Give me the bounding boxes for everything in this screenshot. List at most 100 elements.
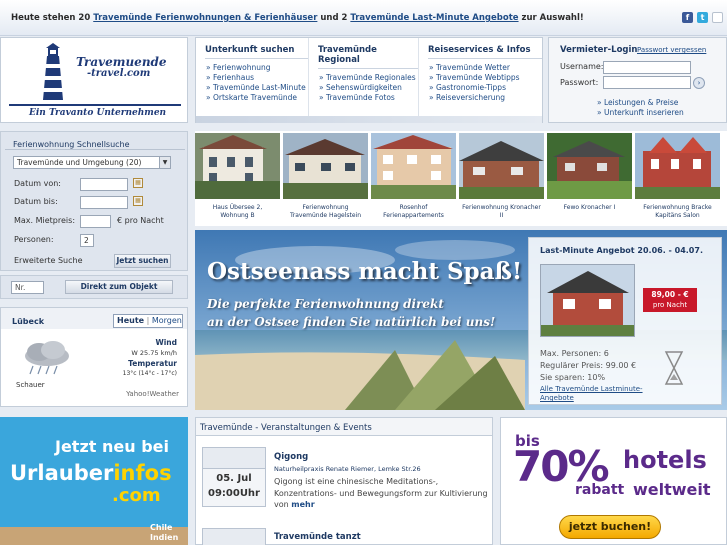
menu-item[interactable]: Travemünde Regionales xyxy=(319,73,418,83)
offer-title: Last-Minute Angebot 20.06. - 04.07. xyxy=(540,246,703,255)
weather-credit[interactable]: Yahoo!Weather xyxy=(126,390,179,398)
calendar-icon[interactable]: ▦ xyxy=(133,196,143,206)
quick-search: Ferienwohnung Schnellsuche Travemünde un… xyxy=(0,131,188,271)
thumb-caption: Fewo Kronacher I xyxy=(563,204,616,211)
listing-thumb[interactable]: Rosenhof Ferienappartements xyxy=(371,133,456,226)
chevron-down-icon[interactable]: ▼ xyxy=(159,156,171,169)
last-minute-offer[interactable]: Last-Minute Angebot 20.06. - 04.07. 89,0… xyxy=(528,237,722,405)
price-tag: 89,00 - € pro Nacht xyxy=(643,288,697,312)
thumb-caption: Haus Übersee 2, xyxy=(212,204,263,211)
urlauberinfos-ad[interactable]: Jetzt neu bei Urlauberinfos .com Chile I… xyxy=(0,417,188,545)
twitter-icon[interactable]: t xyxy=(697,12,708,23)
date-from-label: Datum von: xyxy=(14,179,61,188)
menu-heading[interactable]: Unterkunft suchen xyxy=(205,45,308,59)
hourglass-icon xyxy=(664,351,684,385)
main-menu: Unterkunft suchen Ferienwohnung Ferienha… xyxy=(195,37,543,123)
event-name[interactable]: Qigong xyxy=(274,452,308,462)
max-price-input[interactable] xyxy=(80,215,111,228)
ad-rabatt: rabatt xyxy=(575,482,625,498)
ad-weltweit: weltweit xyxy=(633,480,711,499)
tab-today[interactable]: Heute xyxy=(117,316,144,325)
hotel-discount-ad[interactable]: bis 70% rabatt hotels weltweit jetzt buc… xyxy=(500,417,727,545)
ad-brand: Urlauberinfos xyxy=(10,461,172,485)
persons-input[interactable]: 2 xyxy=(80,234,94,247)
date-to-label: Datum bis: xyxy=(14,197,58,206)
forgot-password-link[interactable]: Passwort vergessen xyxy=(637,46,706,54)
share-icon[interactable] xyxy=(712,12,723,23)
listing-thumb[interactable]: Fewo Kronacher I xyxy=(547,133,632,226)
tab-tomorrow[interactable]: Morgen xyxy=(152,316,182,325)
region-select[interactable]: Travemünde und Umgebung (20) xyxy=(13,156,171,169)
event-place: Naturheilpraxis Renate Riemer, Lemke Str… xyxy=(274,465,421,473)
menu-item[interactable]: Ortskarte Travemünde xyxy=(206,93,308,103)
password-input[interactable] xyxy=(603,76,691,89)
username-input[interactable] xyxy=(603,61,691,74)
menu-item[interactable]: Travemünde Fotos xyxy=(319,93,418,103)
wind-value: W 25.75 km/h xyxy=(131,349,177,357)
menu-item[interactable]: Ferienwohnung xyxy=(206,63,308,73)
menu-heading[interactable]: Reiseservices & Infos xyxy=(428,45,542,59)
list-property-link[interactable]: » Unterkunft inserieren xyxy=(597,108,684,117)
listing-thumb[interactable]: Ferienwohnung Bracke Kapitäns Salon xyxy=(635,133,720,226)
menu-col-services: Reiseservices & Infos Travemünde Wetter … xyxy=(418,38,542,116)
search-title: Ferienwohnung Schnellsuche xyxy=(13,140,130,149)
event-date-card: 05. Jul 09:00Uhr xyxy=(202,447,266,507)
menu-item[interactable]: Travemünde Webtipps xyxy=(429,73,542,83)
thumb-caption: Rosenhof xyxy=(399,204,428,211)
pricing-link[interactable]: » Leistungen & Preise xyxy=(597,98,678,107)
logo-subtitle: -travel.com xyxy=(87,68,151,79)
listing-thumb[interactable]: Ferienwohnung Kronacher II xyxy=(459,133,544,226)
menu-col-regional: Travemünde Regional Travemünde Regionale… xyxy=(308,38,418,116)
date-to-input[interactable] xyxy=(80,196,128,209)
rain-cloud-icon xyxy=(25,341,69,375)
banner-subline-2: an der Ostsee finden Sie natürlich bei u… xyxy=(207,315,496,329)
last-minute-link[interactable]: Travemünde Last-Minute Angebote xyxy=(350,13,518,23)
event-name[interactable]: Travemünde tanzt xyxy=(274,532,361,542)
site-logo[interactable]: Travemuende -travel.com Ein Travanto Unt… xyxy=(0,37,188,123)
events-title: Travemünde - Veranstaltungen & Events xyxy=(200,423,372,433)
thumb-caption: Ferienwohnung Kronacher xyxy=(462,204,541,211)
menu-item[interactable]: Travemünde Last-Minute xyxy=(206,83,308,93)
weather-widget: Lübeck Heute | Morgen Schauer Wind W 25.… xyxy=(0,307,188,407)
object-number-input[interactable]: Nr. xyxy=(11,281,44,294)
banner-subline-1: Die perfekte Ferienwohnung direkt xyxy=(207,297,444,311)
banner-headline: Ostseenass macht Spaß! xyxy=(207,258,523,285)
object-number-box: Nr. Direkt zum Objekt xyxy=(0,275,188,299)
menu-col-accommodation: Unterkunft suchen Ferienwohnung Ferienha… xyxy=(196,38,308,116)
max-price-label: Max. Mietpreis: xyxy=(14,216,76,225)
ad-brand-tld: .com xyxy=(112,485,161,506)
listing-thumb[interactable]: Haus Übersee 2, Wohnung B xyxy=(195,133,280,226)
username-label: Username: xyxy=(560,62,604,71)
login-go-icon[interactable]: › xyxy=(693,77,705,89)
availability-message: Heute stehen 20 Travemünde Ferienwohnung… xyxy=(11,13,584,23)
menu-item[interactable]: Gastronomie-Tipps xyxy=(429,83,542,93)
holiday-homes-link[interactable]: Travemünde Ferienwohnungen & Ferienhäuse… xyxy=(93,13,317,23)
offer-photo[interactable] xyxy=(540,264,635,337)
all-last-minute-link[interactable]: Alle Travemünde Lastminute- Angebote xyxy=(540,385,643,403)
direct-object-button[interactable]: Direkt zum Objekt xyxy=(65,280,173,294)
menu-item[interactable]: Reiseversicherung xyxy=(429,93,542,103)
search-button[interactable]: Jetzt suchen xyxy=(114,254,171,268)
weather-condition: Schauer xyxy=(16,381,45,389)
event-more-link[interactable]: mehr xyxy=(291,500,314,509)
events-panel: Travemünde - Veranstaltungen & Events 05… xyxy=(195,417,493,545)
menu-item[interactable]: Travemünde Wetter xyxy=(429,63,542,73)
lighthouse-icon xyxy=(43,43,63,100)
calendar-icon[interactable]: ▦ xyxy=(133,178,143,188)
weather-city: Lübeck xyxy=(12,317,45,326)
menu-item[interactable]: Ferienhaus xyxy=(206,73,308,83)
facebook-icon[interactable]: f xyxy=(682,12,693,23)
menu-item[interactable]: Sehenswürdigkeiten xyxy=(319,83,418,93)
menu-heading[interactable]: Travemünde Regional xyxy=(318,45,418,69)
login-title: Vermieter-Login xyxy=(560,45,638,55)
ad-extra-1: Chile xyxy=(150,523,173,532)
top-bar: Heute stehen 20 Travemünde Ferienwohnung… xyxy=(0,0,727,36)
advanced-search-link[interactable]: Erweiterte Suche xyxy=(14,256,83,265)
event-date-card xyxy=(202,528,266,545)
listing-thumb[interactable]: Ferienwohnung Travemünde Hagelstein xyxy=(283,133,368,226)
date-from-input[interactable] xyxy=(80,178,128,191)
book-now-button[interactable]: jetzt buchen! xyxy=(559,515,661,539)
ad-hotels: hotels xyxy=(623,446,707,474)
offer-saving: Sie sparen: 10% xyxy=(540,373,606,382)
landlord-login: Vermieter-Login Passwort vergessen Usern… xyxy=(548,37,727,123)
